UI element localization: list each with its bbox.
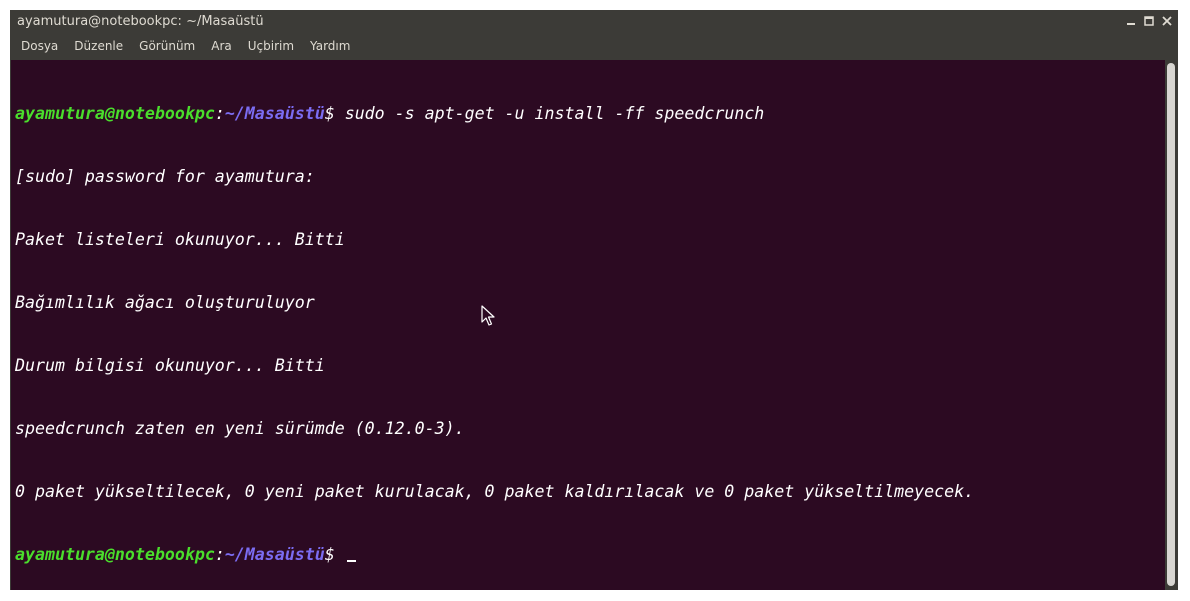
prompt-symbol: $ [324, 545, 345, 564]
prompt-symbol: $ [324, 104, 345, 123]
window-title: ayamutura@notebookpc: ~/Masaüstü [17, 14, 264, 29]
active-prompt-line[interactable]: ayamutura@notebookpc:~/Masaüstü$ [15, 544, 974, 565]
output-line: Paket listeleri okunuyor... Bitti [15, 230, 345, 249]
text-cursor [346, 560, 356, 562]
maximize-button[interactable] [1141, 13, 1157, 29]
prompt-colon: : [214, 104, 225, 123]
output-line: speedcrunch zaten en yeni sürümde (0.12.… [15, 419, 465, 438]
menu-item-dosya[interactable]: Dosya [15, 33, 64, 60]
terminal-area[interactable]: ayamutura@notebookpc:~/Masaüstü$ sudo -s… [11, 60, 1165, 590]
menu-item-duzenle[interactable]: Düzenle [68, 33, 129, 60]
prompt-colon: : [214, 545, 225, 564]
command-text: sudo -s apt-get -u install -ff speedcrun… [344, 104, 765, 123]
command-line: ayamutura@notebookpc:~/Masaüstü$ sudo -s… [15, 103, 974, 124]
menu-item-ucbirim[interactable]: Uçbirim [242, 33, 300, 60]
output-line: 0 paket yükseltilecek, 0 yeni paket kuru… [15, 482, 975, 501]
mouse-pointer-icon [481, 305, 495, 326]
minimize-icon [1127, 23, 1135, 25]
prompt-path: ~/Masaüstü [224, 104, 325, 123]
menu-item-gorunum[interactable]: Görünüm [133, 33, 201, 60]
minimize-button[interactable] [1123, 13, 1139, 29]
prompt-user-host: ayamutura@notebookpc [15, 545, 215, 564]
scrollbar-thumb[interactable] [1167, 63, 1175, 586]
title-bar[interactable]: ayamutura@notebookpc: ~/Masaüstü [10, 10, 1178, 33]
close-button[interactable] [1159, 13, 1175, 29]
output-line: Durum bilgisi okunuyor... Bitti [15, 356, 325, 375]
output-line: [sudo] password for ayamutura: [15, 167, 315, 186]
vertical-scrollbar[interactable] [1165, 60, 1177, 590]
prompt-path: ~/Masaüstü [224, 545, 325, 564]
prompt-user-host: ayamutura@notebookpc [15, 104, 215, 123]
window-controls [1123, 13, 1175, 30]
maximize-icon [1144, 16, 1154, 26]
menu-item-yardim[interactable]: Yardım [304, 33, 356, 60]
close-icon [1162, 16, 1172, 26]
menu-bar: Dosya Düzenle Görünüm Ara Uçbirim Yardım [10, 33, 1178, 60]
terminal-window: ayamutura@notebookpc: ~/Masaüstü Dosya D… [10, 10, 1178, 590]
menu-item-ara[interactable]: Ara [205, 33, 238, 60]
